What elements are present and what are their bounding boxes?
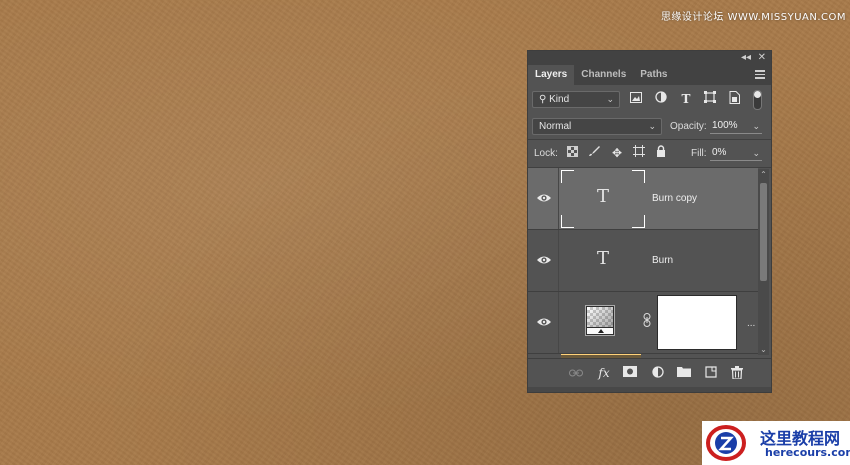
lock-all-icon[interactable] (653, 145, 669, 161)
filter-kind-dropdown[interactable]: ⚲ Kind ⌄ (532, 91, 620, 108)
scrollbar-thumb[interactable] (760, 183, 767, 281)
watermark-bottom: 这里教程网 herecours.com (702, 421, 850, 465)
panel-titlebar: ◂◂ ✕ (528, 51, 771, 65)
eye-icon[interactable] (536, 316, 552, 328)
layer-name[interactable]: Burn (652, 255, 673, 266)
layer-row-burn[interactable]: T Burn (528, 230, 758, 292)
lock-transparent-icon[interactable] (564, 145, 580, 161)
thumb-corner (561, 215, 574, 228)
watermark-en: herecours.com (765, 446, 850, 459)
layers-bottom-bar: fx (528, 358, 771, 387)
filter-kind-label: Kind (549, 94, 570, 105)
layer-mask-thumbnail[interactable] (657, 295, 737, 350)
adjustment-icon[interactable] (650, 366, 666, 380)
chain-link-icon[interactable] (641, 313, 653, 329)
layer-name[interactable]: Burn copy (652, 193, 697, 204)
layer-row-burn-copy[interactable]: T Burn copy (528, 168, 758, 230)
fill-field[interactable]: 0% ⌄ (710, 146, 762, 161)
lock-pixels-icon[interactable] (586, 145, 602, 161)
separator (528, 139, 771, 140)
type-filter-icon[interactable]: T (678, 91, 694, 107)
divider (558, 230, 559, 291)
adjustment-filter-icon[interactable] (653, 91, 669, 107)
new-layer-icon[interactable] (703, 366, 719, 380)
gradient-bar (587, 328, 613, 334)
chevron-down-icon: ⌄ (752, 121, 760, 131)
divider (558, 292, 559, 353)
close-icon[interactable]: ✕ (758, 52, 766, 63)
resize-grip[interactable] (528, 387, 771, 392)
text-glyph-icon: T (596, 186, 609, 207)
eye-icon[interactable] (536, 254, 552, 266)
scroll-up-icon[interactable]: ⌃ (758, 170, 769, 179)
link-icon[interactable] (568, 366, 584, 380)
layers-list: T Burn copy T Burn ... (528, 168, 758, 358)
watermark-top: 思缘设计论坛 WWW.MISSYUAN.COM (660, 12, 846, 23)
mask-icon[interactable] (622, 366, 638, 380)
filter-toggle-icon[interactable] (753, 90, 762, 110)
site-logo-icon (706, 425, 746, 461)
gradient-map-icon[interactable] (585, 305, 615, 336)
text-layer-thumbnail[interactable]: T (561, 232, 645, 290)
collapse-icon[interactable]: ◂◂ (741, 52, 751, 63)
gradient-preview (587, 307, 613, 327)
fx-icon[interactable]: fx (596, 366, 612, 380)
lock-position-icon[interactable]: ✥ (609, 145, 625, 161)
eye-icon[interactable] (536, 192, 552, 204)
tab-layers[interactable]: Layers (528, 65, 575, 85)
chevron-down-icon: ⌄ (648, 121, 656, 131)
chevron-down-icon: ⌄ (752, 148, 760, 158)
folder-icon[interactable] (676, 366, 692, 380)
scroll-down-icon[interactable]: ⌄ (758, 345, 769, 354)
thumb-corner (632, 215, 645, 228)
panel-menu-icon[interactable] (755, 70, 765, 79)
text-glyph-icon: T (596, 248, 609, 269)
more-icon[interactable]: ... (747, 318, 755, 329)
fill-value: 0% (712, 147, 727, 158)
opacity-value: 100% (712, 120, 738, 131)
thumb-corner (561, 170, 574, 183)
lock-artboard-icon[interactable] (631, 145, 647, 161)
search-icon: ⚲ (539, 94, 547, 105)
blend-mode-dropdown[interactable]: Normal ⌄ (532, 118, 662, 135)
opacity-label: Opacity: (670, 121, 707, 132)
text-layer-thumbnail[interactable]: T (561, 170, 645, 228)
scrollbar[interactable]: ⌃ ⌄ (758, 169, 769, 355)
panel-tabs: Layers Channels Paths (528, 65, 771, 85)
chevron-down-icon: ⌄ (606, 94, 614, 104)
shape-filter-icon[interactable] (702, 91, 718, 107)
trash-icon[interactable] (729, 366, 745, 380)
tab-paths[interactable]: Paths (633, 65, 674, 85)
tab-channels[interactable]: Channels (574, 65, 633, 85)
pixel-filter-icon[interactable] (628, 91, 644, 107)
thumb-corner (632, 170, 645, 183)
layer-row-adjustment[interactable]: ... (528, 292, 758, 354)
fill-label: Fill: (691, 148, 707, 159)
opacity-field[interactable]: 100% ⌄ (710, 119, 762, 134)
smart-object-filter-icon[interactable] (726, 91, 742, 107)
divider (558, 168, 559, 229)
lock-label: Lock: (534, 148, 558, 159)
blend-mode-value: Normal (539, 121, 572, 132)
layers-panel: ◂◂ ✕ Layers Channels Paths ⚲ Kind ⌄ T No… (527, 50, 772, 393)
